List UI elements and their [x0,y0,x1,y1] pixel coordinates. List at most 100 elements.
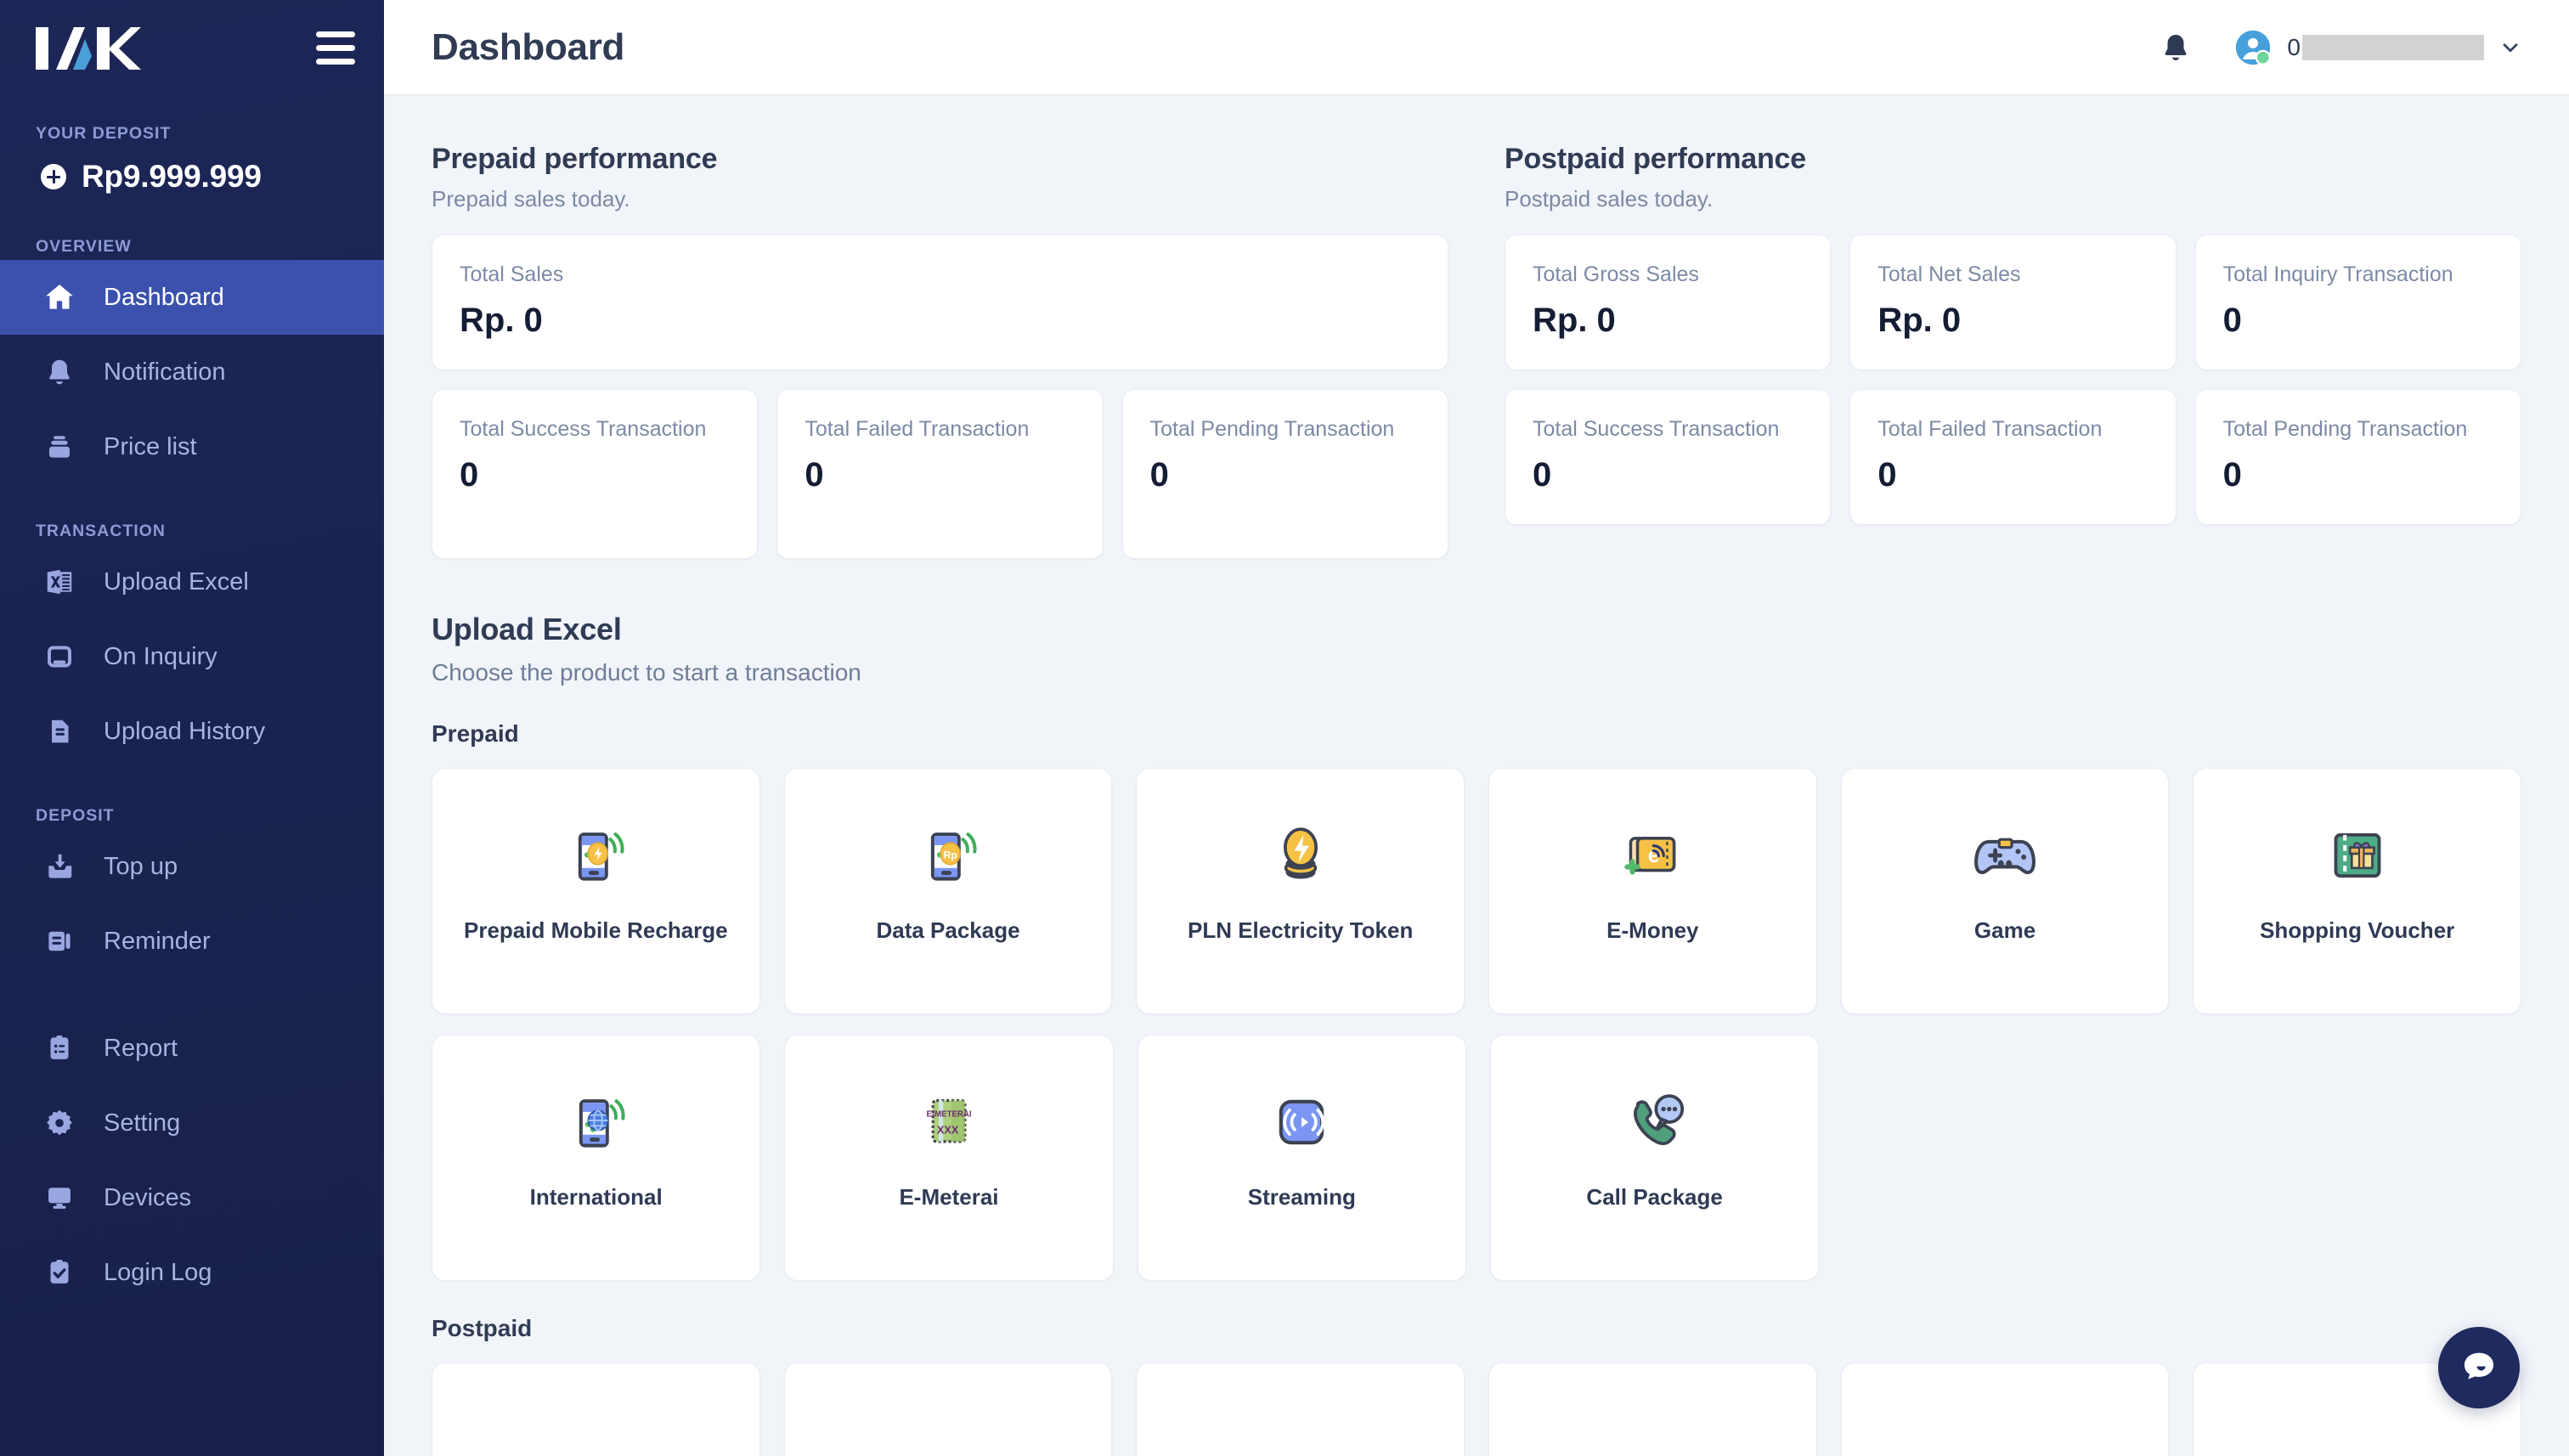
prepaid-title: Prepaid performance [432,143,718,175]
chevron-down-icon[interactable] [2499,37,2521,59]
stat-label: Total Pending Transaction [2222,417,2468,441]
product-tile-postpaid[interactable] [1136,1363,1465,1456]
content-scroll[interactable]: Prepaid performance Prepaid sales today.… [384,95,2569,1456]
stat-card: Total Failed Transaction 0 [1849,389,2177,525]
product-tile-label: International [529,1184,663,1210]
stat-card: Total Gross Sales Rp. 0 [1505,234,1832,370]
postpaid-group-title: Postpaid [432,1315,533,1341]
prepaid-group-title: Prepaid [432,720,519,747]
voucher-gift-icon [2321,816,2394,894]
sidebar-item-label: Top up [104,852,178,880]
phone-coin-bolt-icon [559,816,632,894]
stat-label: Total Pending Transaction [1149,417,1395,441]
sidebar-item-setting[interactable]: Setting [0,1086,384,1160]
sidebar-item-reminder[interactable]: Reminder [0,904,384,979]
tile-spacer [1843,1035,2170,1281]
chat-bubble-icon [2457,1344,2501,1392]
brand-logo[interactable] [36,22,141,73]
stat-value: Rp. 0 [460,301,543,339]
product-tile-label: Game [1973,917,2036,943]
product-tile-streaming[interactable]: Streaming [1137,1035,1466,1281]
user-menu[interactable]: 0 [2234,29,2521,66]
e-meterai-stamp-icon: E-METERAI XXX [912,1083,985,1161]
sidebar-item-label: Price list [104,432,197,460]
upload-excel-subtitle: Choose the product to start a transactio… [432,659,861,686]
product-tile-prepaid-mobile-recharge[interactable]: Prepaid Mobile Recharge [432,768,760,1014]
product-tile-label: Prepaid Mobile Recharge [464,917,728,943]
stat-label: Total Gross Sales [1533,262,1699,286]
sidebar-item-price-list[interactable]: Price list [0,409,384,484]
sidebar-item-login-log[interactable]: Login Log [0,1235,384,1310]
stat-value: 0 [2222,301,2242,339]
sidebar-item-label: Dashboard [104,283,224,311]
sidebar: YOUR DEPOSIT Rp9.999.999 OVERVIEW Dashbo… [0,0,384,1456]
stat-card: Total Pending Transaction 0 [2194,389,2521,525]
sidebar-item-label: Upload Excel [104,567,249,595]
postpaid-tiles-row-1 [432,1363,2522,1456]
topbar-right: 0 [2160,29,2521,66]
product-tile-call-package[interactable]: Call Package [1489,1035,1820,1281]
sidebar-item-upload-history[interactable]: Upload History [0,694,384,769]
main-area: Dashboard 0 Prepaid performance Prepaid … [384,0,2569,1456]
home-icon [41,279,78,316]
gamepad-icon [1968,816,2041,894]
excel-icon [41,563,78,601]
product-tile-postpaid[interactable] [1488,1363,1817,1456]
svg-text:Rp: Rp [944,849,957,861]
product-tile-shopping-voucher[interactable]: Shopping Voucher [2193,768,2522,1014]
product-tile-postpaid[interactable] [783,1363,1113,1456]
stat-card: Total Net Sales Rp. 0 [1849,234,2177,370]
stat-value: 0 [1533,455,1552,494]
product-tile-label: Streaming [1247,1184,1356,1210]
deposit-row[interactable]: Rp9.999.999 [0,144,384,195]
gear-icon [41,1104,78,1142]
sidebar-item-report[interactable]: Report [0,1011,384,1086]
reminder-icon [41,923,78,960]
sidebar-header [0,0,384,95]
sidebar-item-notification[interactable]: Notification [0,335,384,409]
product-tile-label: Data Package [876,917,1020,943]
sidebar-item-on-inquiry[interactable]: On Inquiry [0,619,384,694]
product-tile-international[interactable]: International [432,1035,761,1281]
product-tile-postpaid[interactable] [432,1363,760,1456]
upload-excel-section: Upload Excel Choose the product to start… [432,612,2521,686]
bell-icon [41,353,78,391]
price-list-icon [41,428,78,466]
sidebar-item-dashboard[interactable]: Dashboard [0,260,384,335]
report-icon [41,1030,78,1067]
product-tile-data-package[interactable]: Rp Data Package [783,768,1113,1014]
sidebar-item-devices[interactable]: Devices [0,1160,384,1235]
product-tile-pln-electricity-token[interactable]: PLN Electricity Token [1136,768,1465,1014]
avatar [2234,29,2272,66]
chat-widget-button[interactable] [2438,1327,2520,1408]
username-prefix: 0 [2287,33,2301,60]
sidebar-item-upload-excel[interactable]: Upload Excel [0,545,384,619]
stat-label: Total Failed Transaction [1877,417,2103,441]
sidebar-item-label: Devices [104,1183,192,1211]
stat-card: Total Inquiry Transaction 0 [2194,234,2521,370]
phone-call-bubble-icon [1618,1083,1691,1161]
upload-excel-title: Upload Excel [432,612,622,646]
phone-globe-icon [560,1083,633,1161]
postpaid-stats-row-2: Total Success Transaction 0 Total Failed… [1505,389,2521,525]
product-tile-e-meterai[interactable]: E-METERAI XXX E-Meterai [784,1035,1114,1281]
username-redacted-block [2302,34,2484,60]
product-tile-postpaid[interactable] [1840,1363,2170,1456]
stat-card: Total Success Transaction 0 [1505,389,1832,525]
notification-bell-icon[interactable] [2160,31,2192,64]
product-tile-game[interactable]: Game [1840,768,2170,1014]
product-tile-e-money[interactable]: e E-Money [1488,768,1817,1014]
postpaid-title: Postpaid performance [1505,143,1806,175]
hamburger-menu-icon[interactable] [316,31,355,65]
sidebar-item-top-up[interactable]: Top up [0,829,384,904]
add-deposit-icon[interactable] [41,164,66,189]
postpaid-subtitle: Postpaid sales today. [1505,186,1714,212]
sidebar-item-label: Login Log [104,1258,212,1286]
sidebar-item-label: Report [104,1034,178,1062]
performance-row: Prepaid performance Prepaid sales today.… [432,143,2521,559]
stat-label: Total Sales [460,262,564,286]
product-tile-label: E-Meterai [899,1184,999,1210]
document-icon [41,713,78,750]
stat-label: Total Failed Transaction [805,417,1030,441]
prepaid-stats-row-1: Total Sales Rp. 0 [432,234,1448,370]
